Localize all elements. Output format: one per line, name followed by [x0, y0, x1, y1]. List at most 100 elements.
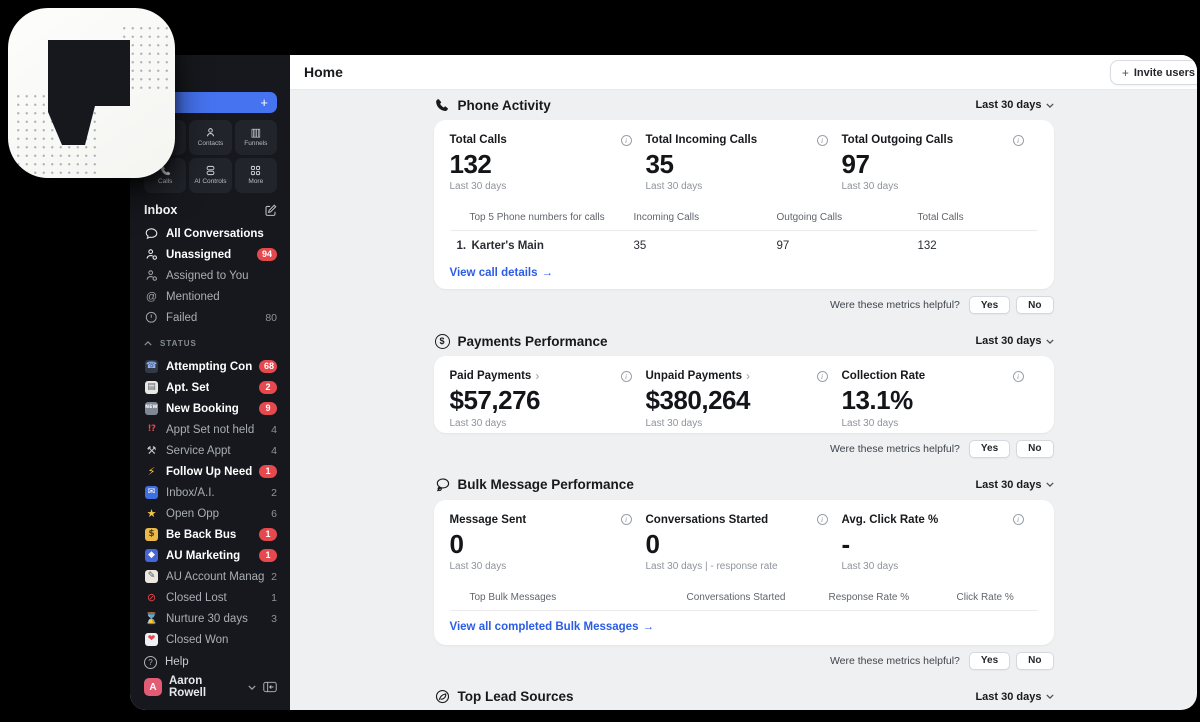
date-range-dropdown[interactable]: Last 30 days	[975, 335, 1054, 347]
info-icon[interactable]: i	[1012, 134, 1024, 146]
sidebar-status-item[interactable]: ⚡ Follow Up Needed 1	[130, 461, 290, 482]
info-icon[interactable]: i	[620, 134, 632, 146]
phone-line-name: Karter's Main	[471, 240, 544, 253]
feedback-yes-button[interactable]: Yes	[968, 651, 1011, 670]
help-icon: ?	[144, 655, 157, 669]
info-icon[interactable]: i	[620, 370, 632, 382]
metric: Avg. Click Rate % i - Last 30 days	[842, 513, 1038, 572]
tile-contacts[interactable]: Contacts	[189, 120, 232, 155]
feedback-no-button[interactable]: No	[1016, 651, 1054, 670]
metric: Message Sent i 0 Last 30 days	[450, 513, 646, 572]
info-icon[interactable]: i	[816, 514, 828, 526]
bubble-search-icon	[434, 477, 451, 493]
sidebar-status-item[interactable]: $ Be Back Bus 1	[130, 524, 290, 545]
feedback-yes-button[interactable]: Yes	[968, 439, 1011, 458]
info-icon[interactable]: i	[620, 514, 632, 526]
status-nav: ☎ Attempting Contact 68 ▤ Apt. Set 2	[130, 356, 290, 650]
status-group-header[interactable]: STATUS	[130, 336, 290, 350]
arrow-right-icon: →	[541, 267, 554, 280]
sidebar-item-assigned-to-you[interactable]: Assigned to You	[130, 265, 290, 286]
sidebar-status-item[interactable]: ⚒ Service Appt 4	[130, 440, 290, 461]
phone-activity-card: Total Calls i 132 Last 30 days Total Inc…	[433, 120, 1054, 290]
view-bulk-messages-link[interactable]: View all completed Bulk Messages →	[450, 621, 654, 633]
sidebar-status-item[interactable]: ◆ AU Marketing 1	[130, 545, 290, 566]
sidebar-status-item[interactable]: ★ Open Opp 6	[130, 503, 290, 524]
failed-count: 80	[265, 311, 277, 324]
sidebar-status-item[interactable]: ⌛ Nurture 30 days 3	[130, 608, 290, 629]
section-bulk-message-header: Bulk Message Performance Last 30 days	[434, 477, 1054, 493]
chevron-right-icon[interactable]: ›	[535, 370, 539, 382]
sidebar-status-item[interactable]: ⊘ Closed Lost 1	[130, 587, 290, 608]
dashboard-content: Phone Activity Last 30 days Total Calls	[290, 90, 1197, 710]
tile-funnels[interactable]: ▥ Funnels	[234, 120, 277, 155]
person-gear-icon	[144, 269, 159, 282]
chevron-down-icon	[1045, 694, 1054, 700]
arrow-right-icon: →	[642, 620, 654, 633]
unassigned-badge: 94	[256, 248, 277, 261]
feedback-no-button[interactable]: No	[1016, 296, 1054, 315]
status-count: 2	[271, 570, 277, 583]
payments-card: Paid Payments › i $57,276 Last 30 days U…	[433, 356, 1054, 433]
collapse-sidebar-icon[interactable]	[263, 681, 277, 693]
metric: Total Calls i 132 Last 30 days	[450, 133, 646, 192]
info-icon[interactable]: i	[1012, 514, 1024, 526]
chevron-right-icon[interactable]: ›	[746, 370, 750, 382]
inbox-nav: All Conversations Unassigned 94 Assigned…	[130, 223, 290, 328]
status-badge: 2	[259, 381, 277, 394]
speech-bubble-icon	[144, 227, 159, 240]
funnels-icon: ▥	[250, 126, 262, 140]
date-range-dropdown[interactable]: Last 30 days	[975, 479, 1054, 491]
status-badge: 9	[259, 402, 277, 415]
info-icon[interactable]: i	[816, 134, 828, 146]
status-emoji-icon: ⊘	[146, 591, 157, 604]
date-range-dropdown[interactable]: Last 30 days	[975, 99, 1054, 111]
sidebar-status-item[interactable]: ☎ Attempting Contact 68	[130, 356, 290, 377]
sidebar-status-item[interactable]: ✉ Inbox/A.I. 2	[130, 482, 290, 503]
status-emoji-icon: ★	[146, 507, 157, 520]
status-emoji-icon: ⚡	[147, 465, 156, 478]
help-button[interactable]: ? Help	[144, 650, 277, 674]
compose-icon[interactable]	[264, 204, 277, 217]
user-menu[interactable]: A Aaron Rowell	[144, 674, 277, 700]
sidebar-status-item[interactable]: !? Appt Set not held 4	[130, 419, 290, 440]
sidebar-status-item[interactable]: NEW New Booking 9	[130, 398, 290, 419]
bulk-message-card: Message Sent i 0 Last 30 days Conversati…	[433, 499, 1054, 645]
sidebar-status-item[interactable]: ▤ Apt. Set 2	[130, 377, 290, 398]
status-badge: 1	[259, 465, 277, 478]
status-emoji-icon: ❤	[145, 633, 158, 646]
ai-controls-stack-icon	[205, 165, 216, 176]
chevron-down-icon	[1045, 482, 1054, 488]
metric: Unpaid Payments › i $380,264 Last 30 day…	[646, 369, 842, 429]
date-range-dropdown[interactable]: Last 30 days	[975, 691, 1054, 703]
page-title: Home	[304, 64, 343, 80]
brand-logo	[8, 8, 175, 178]
tile-ai-controls[interactable]: AI Controls	[189, 158, 232, 193]
sidebar-status-item[interactable]: ✎ AU Account Manageme 2	[130, 566, 290, 587]
status-badge: 1	[259, 549, 277, 562]
plus-icon: +	[260, 95, 268, 110]
sidebar-item-failed[interactable]: Failed 80	[130, 307, 290, 328]
exclamation-circle-icon	[144, 311, 159, 324]
phone-icon	[434, 97, 451, 113]
status-count: 4	[271, 423, 277, 436]
brand-glyph	[48, 40, 130, 145]
metric: Paid Payments › i $57,276 Last 30 days	[450, 369, 646, 429]
status-emoji-icon: ⚒	[146, 444, 157, 457]
sidebar-status-item[interactable]: ❤ Closed Won	[130, 629, 290, 650]
user-name: Aaron Rowell	[169, 675, 207, 699]
view-call-details-link[interactable]: View call details →	[450, 267, 554, 279]
metrics-feedback: Were these metrics helpful? Yes No	[434, 651, 1054, 670]
info-icon[interactable]: i	[816, 370, 828, 382]
feedback-no-button[interactable]: No	[1016, 439, 1054, 458]
sidebar-item-all-conversations[interactable]: All Conversations	[130, 223, 290, 244]
sidebar-item-unassigned[interactable]: Unassigned 94	[130, 244, 290, 265]
feedback-yes-button[interactable]: Yes	[968, 296, 1011, 315]
metric: Collection Rate i 13.1% Last 30 days	[842, 369, 1038, 429]
invite-users-button[interactable]: + Invite users	[1109, 60, 1197, 85]
status-count: 2	[271, 486, 277, 499]
status-emoji-icon: ✉	[145, 486, 158, 499]
section-payments-header: $ Payments Performance Last 30 days	[434, 333, 1054, 349]
sidebar-item-mentioned[interactable]: @ Mentioned	[130, 286, 290, 307]
info-icon[interactable]: i	[1012, 370, 1024, 382]
tile-more[interactable]: More	[234, 158, 277, 193]
